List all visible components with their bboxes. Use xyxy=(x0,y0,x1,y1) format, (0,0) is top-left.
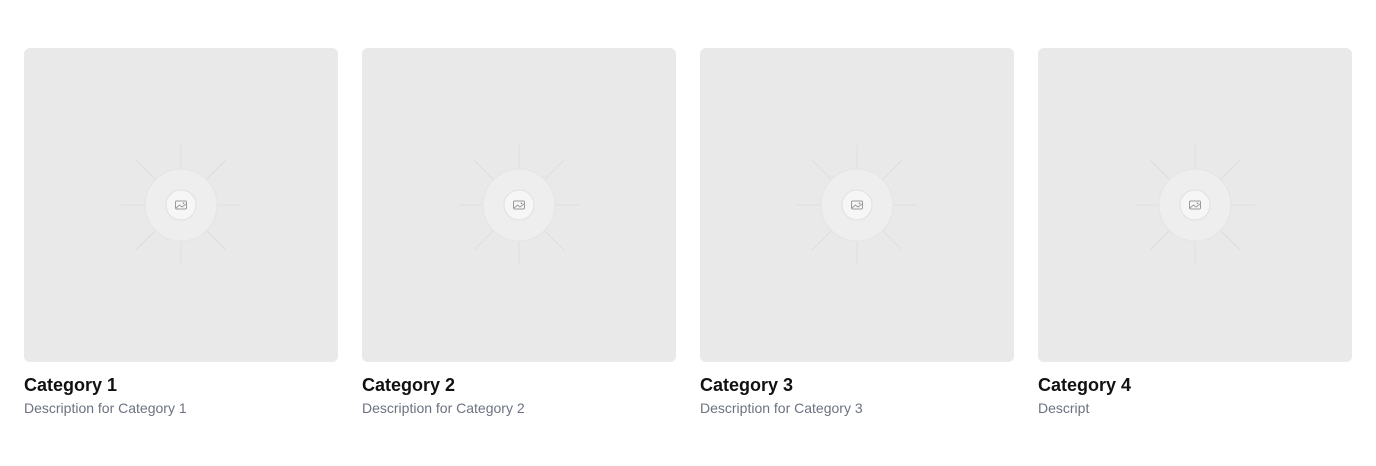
category-thumbnail xyxy=(24,48,338,362)
category-title: Category 1 xyxy=(24,375,118,395)
category-card-1[interactable]: Category 1 Description for Category 1 xyxy=(24,48,338,417)
category-thumbnail xyxy=(362,48,676,362)
category-thumbnail xyxy=(700,48,1014,362)
category-card-2[interactable]: Category 2 Description for Category 2 xyxy=(362,48,676,417)
category-thumbnail xyxy=(1038,48,1352,362)
category-description: Description for Category 2 xyxy=(362,400,525,416)
category-title: Category 3 xyxy=(700,375,794,395)
category-title: Category 2 xyxy=(362,375,456,395)
image-placeholder-icon xyxy=(121,145,241,265)
image-placeholder-icon xyxy=(1135,145,1255,265)
category-card-4[interactable]: Category 4 Descript xyxy=(1038,48,1352,417)
image-placeholder-icon xyxy=(797,145,917,265)
category-grid: Category 1 Description for Category 1 Ca… xyxy=(24,48,1352,417)
category-description: Descript xyxy=(1038,400,1090,416)
category-title: Category 4 xyxy=(1038,375,1132,395)
category-description: Description for Category 1 xyxy=(24,400,187,416)
category-card-3[interactable]: Category 3 Description for Category 3 xyxy=(700,48,1014,417)
image-placeholder-icon xyxy=(459,145,579,265)
category-description: Description for Category 3 xyxy=(700,400,863,416)
